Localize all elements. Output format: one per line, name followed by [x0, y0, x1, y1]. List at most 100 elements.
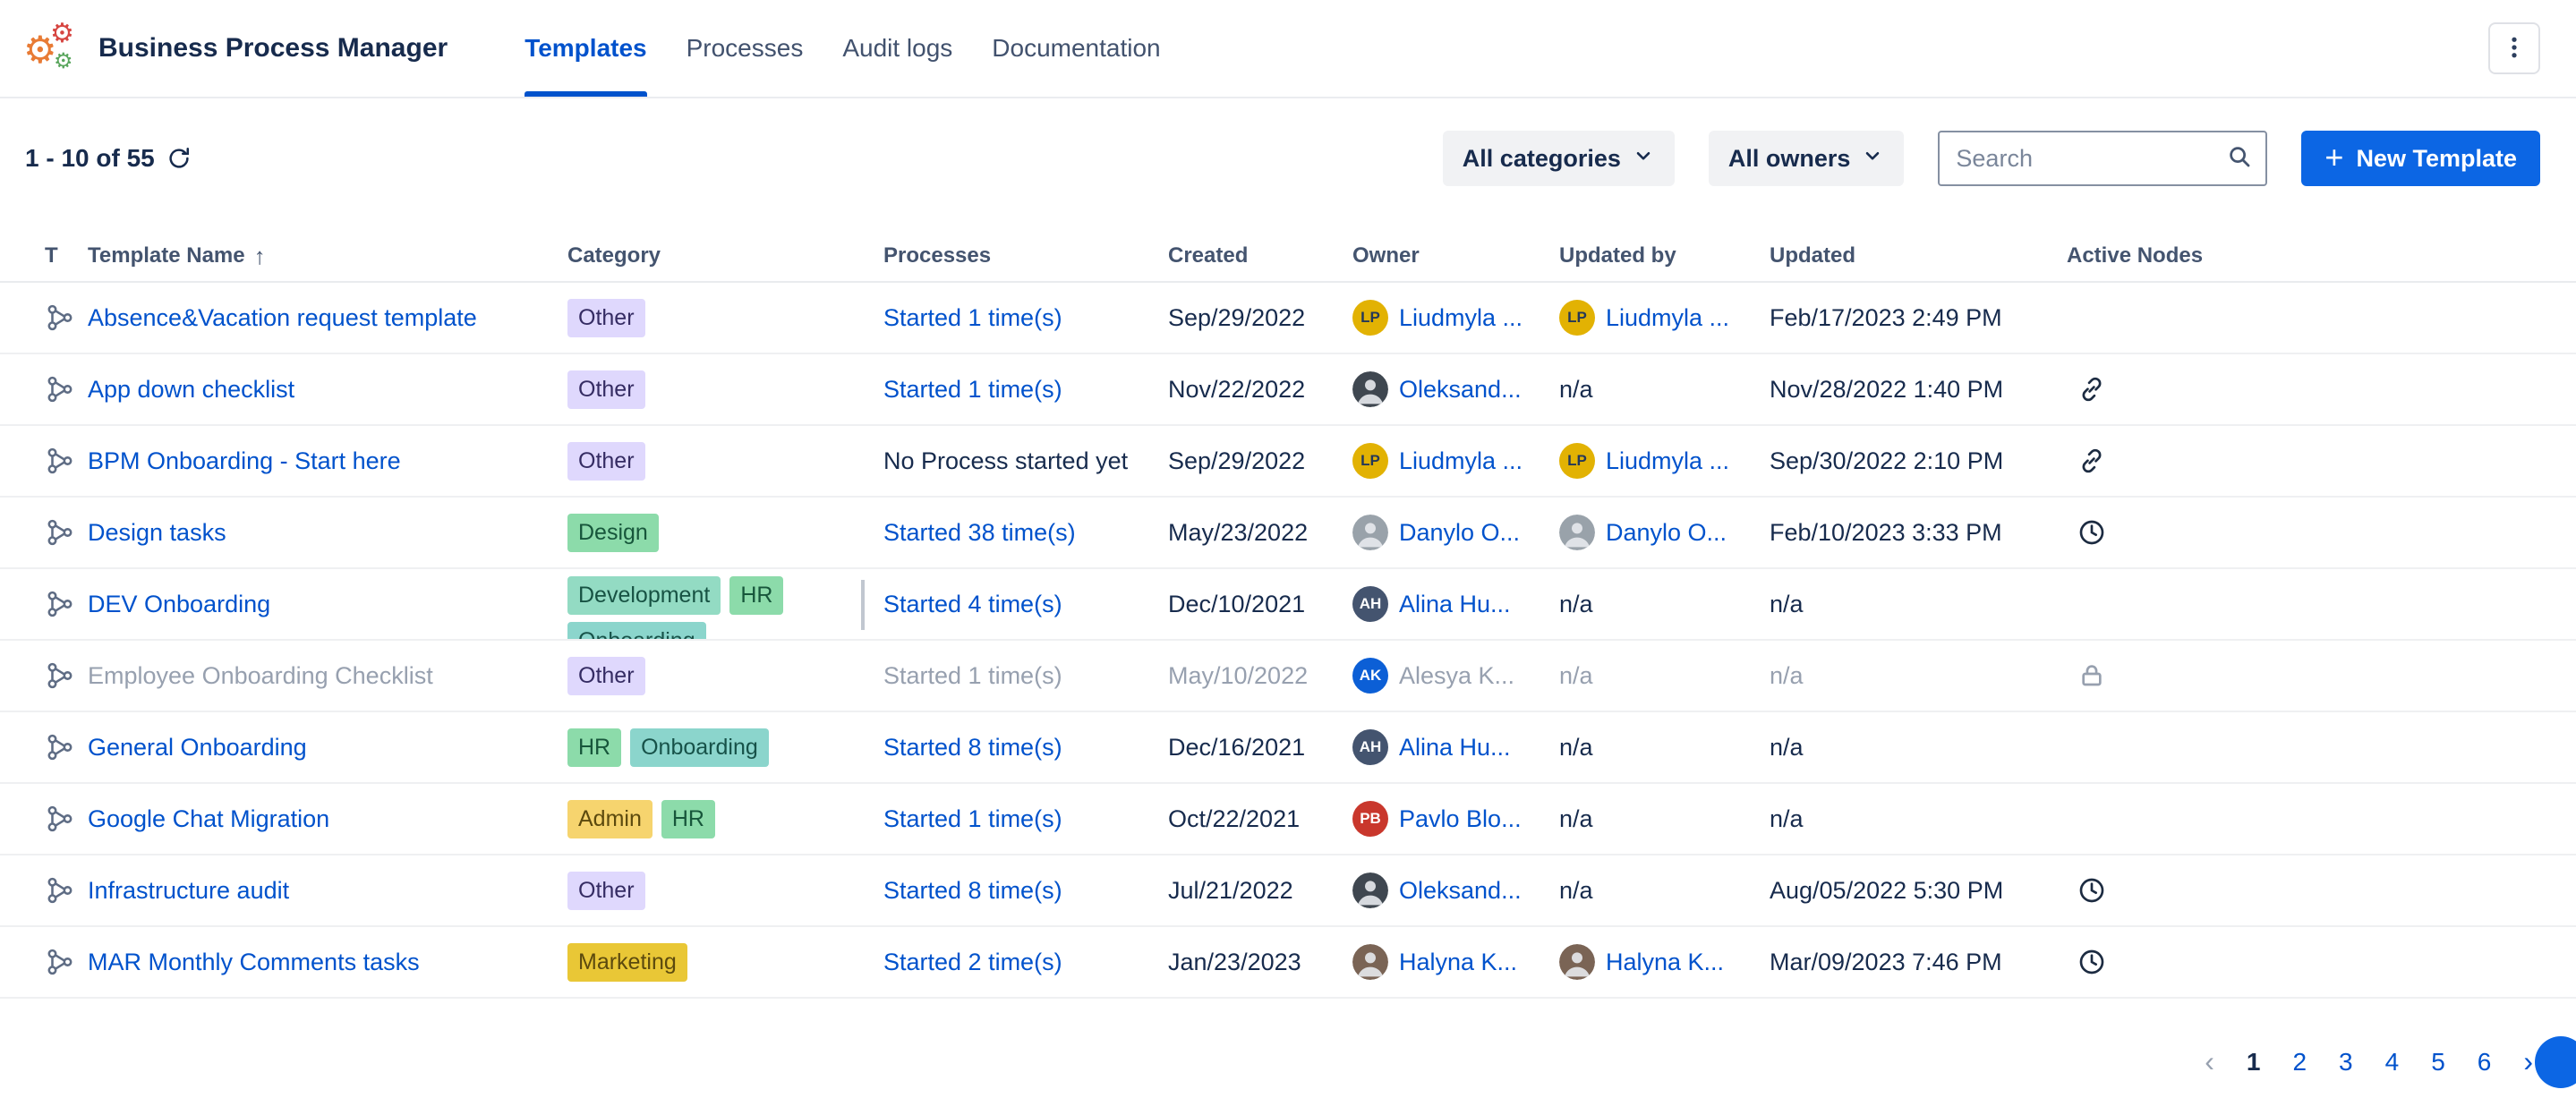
owner-name-link[interactable]: Alina Hu... [1399, 591, 1511, 618]
clock-icon [2077, 948, 2106, 976]
created-date: Dec/16/2021 [1168, 734, 1305, 762]
updated-by-name-link[interactable]: Halyna K... [1606, 949, 1724, 976]
search-input[interactable] [1956, 145, 2226, 173]
category-tag: Design [567, 514, 659, 552]
owner-name-link[interactable]: Oleksand... [1399, 376, 1522, 404]
process-template-icon [45, 947, 75, 977]
tab-processes[interactable]: Processes [687, 0, 804, 97]
floating-action-button[interactable] [2535, 1036, 2576, 1088]
processes-started-link[interactable]: Started 1 time(s) [883, 805, 1062, 833]
owner-filter-dropdown[interactable]: All owners [1709, 131, 1905, 186]
category-cell: Marketing [567, 927, 883, 997]
toolbar-filters: All categories All owners + New Template [1443, 131, 2540, 186]
owner-avatar [1352, 371, 1388, 407]
clock-icon [2077, 876, 2106, 905]
process-template-icon [45, 875, 75, 906]
tab-audit-logs[interactable]: Audit logs [842, 0, 952, 97]
column-header-updated[interactable]: Updated [1770, 243, 2067, 268]
column-header-created[interactable]: Created [1168, 243, 1352, 268]
updated-date: Feb/17/2023 2:49 PM [1770, 304, 2002, 332]
owner-avatar: AH [1352, 729, 1388, 765]
tab-templates[interactable]: Templates [525, 0, 646, 97]
created-date: Oct/22/2021 [1168, 805, 1300, 833]
owner-avatar [1352, 872, 1388, 908]
template-name-link[interactable]: Google Chat Migration [88, 805, 329, 833]
app-title: Business Process Manager [98, 33, 448, 64]
category-cell: Other [567, 283, 883, 353]
refresh-icon[interactable] [166, 145, 192, 172]
table-row: Employee Onboarding ChecklistOtherStarte… [0, 641, 2576, 712]
chevron-down-icon [1632, 144, 1655, 174]
category-tag: HR [661, 800, 715, 838]
template-name-link[interactable]: App down checklist [88, 376, 294, 404]
updated-by-name-link[interactable]: Liudmyla ... [1606, 304, 1729, 332]
table-row: General OnboardingHROnboardingStarted 8 … [0, 712, 2576, 784]
processes-started-link[interactable]: Started 8 time(s) [883, 734, 1062, 762]
template-name-link[interactable]: Design tasks [88, 519, 226, 547]
owner-name-link[interactable]: Liudmyla ... [1399, 447, 1523, 475]
kebab-menu-button[interactable] [2488, 22, 2540, 74]
page-6-button[interactable]: 6 [2478, 1048, 2492, 1077]
process-template-icon [45, 302, 75, 333]
processes-started-link[interactable]: Started 4 time(s) [883, 591, 1062, 618]
app-logo-gears-icon: ⚙ ⚙ ⚙ [23, 19, 82, 78]
owner-avatar: LP [1352, 443, 1388, 479]
new-template-button[interactable]: + New Template [2301, 131, 2540, 186]
page-5-button[interactable]: 5 [2431, 1048, 2445, 1077]
previous-page-button[interactable]: ‹ [2205, 1045, 2214, 1078]
owner-name-link[interactable]: Halyna K... [1399, 949, 1517, 976]
process-template-icon [45, 804, 75, 834]
page-1-button[interactable]: 1 [2247, 1048, 2261, 1077]
owner-name-link[interactable]: Alesya K... [1399, 662, 1514, 690]
column-header-template-name[interactable]: Template Name ↑ [88, 243, 567, 270]
search-icon[interactable] [2226, 143, 2253, 174]
owner-avatar: LP [1352, 300, 1388, 336]
template-name-link[interactable]: Absence&Vacation request template [88, 304, 477, 332]
category-cell: Other [567, 426, 883, 496]
page-3-button[interactable]: 3 [2339, 1048, 2353, 1077]
updated-by-name-link[interactable]: Liudmyla ... [1606, 447, 1729, 475]
updated-by-name-link[interactable]: Danylo O... [1606, 519, 1727, 547]
column-header-processes[interactable]: Processes [883, 243, 1168, 268]
category-tag: Other [567, 370, 645, 409]
page-4-button[interactable]: 4 [2385, 1048, 2400, 1077]
template-name-link[interactable]: Employee Onboarding Checklist [88, 662, 433, 690]
process-template-icon [45, 732, 75, 762]
lock-icon [2077, 661, 2106, 690]
template-name-link[interactable]: BPM Onboarding - Start here [88, 447, 401, 475]
page-2-button[interactable]: 2 [2292, 1048, 2307, 1077]
table-row: DEV OnboardingDevelopmentHROnboardingSta… [0, 569, 2576, 641]
process-template-icon [45, 517, 75, 548]
process-template-icon [45, 589, 75, 619]
category-tag: HR [729, 576, 783, 615]
column-header-category[interactable]: Category [567, 243, 883, 268]
pagination: ‹ 1 2 3 4 5 6 › [2205, 1045, 2533, 1078]
processes-started-link[interactable]: Started 38 time(s) [883, 519, 1076, 547]
tab-documentation[interactable]: Documentation [992, 0, 1160, 97]
owner-name-link[interactable]: Danylo O... [1399, 519, 1520, 547]
column-header-owner[interactable]: Owner [1352, 243, 1559, 268]
owner-name-link[interactable]: Oleksand... [1399, 877, 1522, 905]
processes-started-link[interactable]: Started 1 time(s) [883, 662, 1062, 690]
column-resize-handle[interactable] [861, 580, 865, 630]
category-tag: Onboarding [567, 622, 706, 639]
column-header-updated-by[interactable]: Updated by [1559, 243, 1770, 268]
table-body: Absence&Vacation request templateOtherSt… [0, 283, 2576, 999]
owner-name-link[interactable]: Liudmyla ... [1399, 304, 1523, 332]
owner-name-link[interactable]: Pavlo Blo... [1399, 805, 1522, 833]
template-name-link[interactable]: MAR Monthly Comments tasks [88, 949, 420, 976]
processes-started-link[interactable]: Started 1 time(s) [883, 304, 1062, 332]
column-header-active-nodes[interactable]: Active Nodes [2067, 243, 2264, 268]
template-name-link[interactable]: General Onboarding [88, 734, 307, 762]
column-header-type[interactable]: T [45, 243, 88, 268]
template-name-link[interactable]: DEV Onboarding [88, 591, 270, 618]
category-filter-dropdown[interactable]: All categories [1443, 131, 1675, 186]
next-page-button[interactable]: › [2523, 1045, 2533, 1078]
processes-started-link[interactable]: Started 1 time(s) [883, 376, 1062, 404]
processes-started-link[interactable]: Started 8 time(s) [883, 877, 1062, 905]
template-name-link[interactable]: Infrastructure audit [88, 877, 289, 905]
owner-name-link[interactable]: Alina Hu... [1399, 734, 1511, 762]
category-cell: Other [567, 354, 883, 424]
process-template-icon [45, 446, 75, 476]
processes-started-link[interactable]: Started 2 time(s) [883, 949, 1062, 976]
